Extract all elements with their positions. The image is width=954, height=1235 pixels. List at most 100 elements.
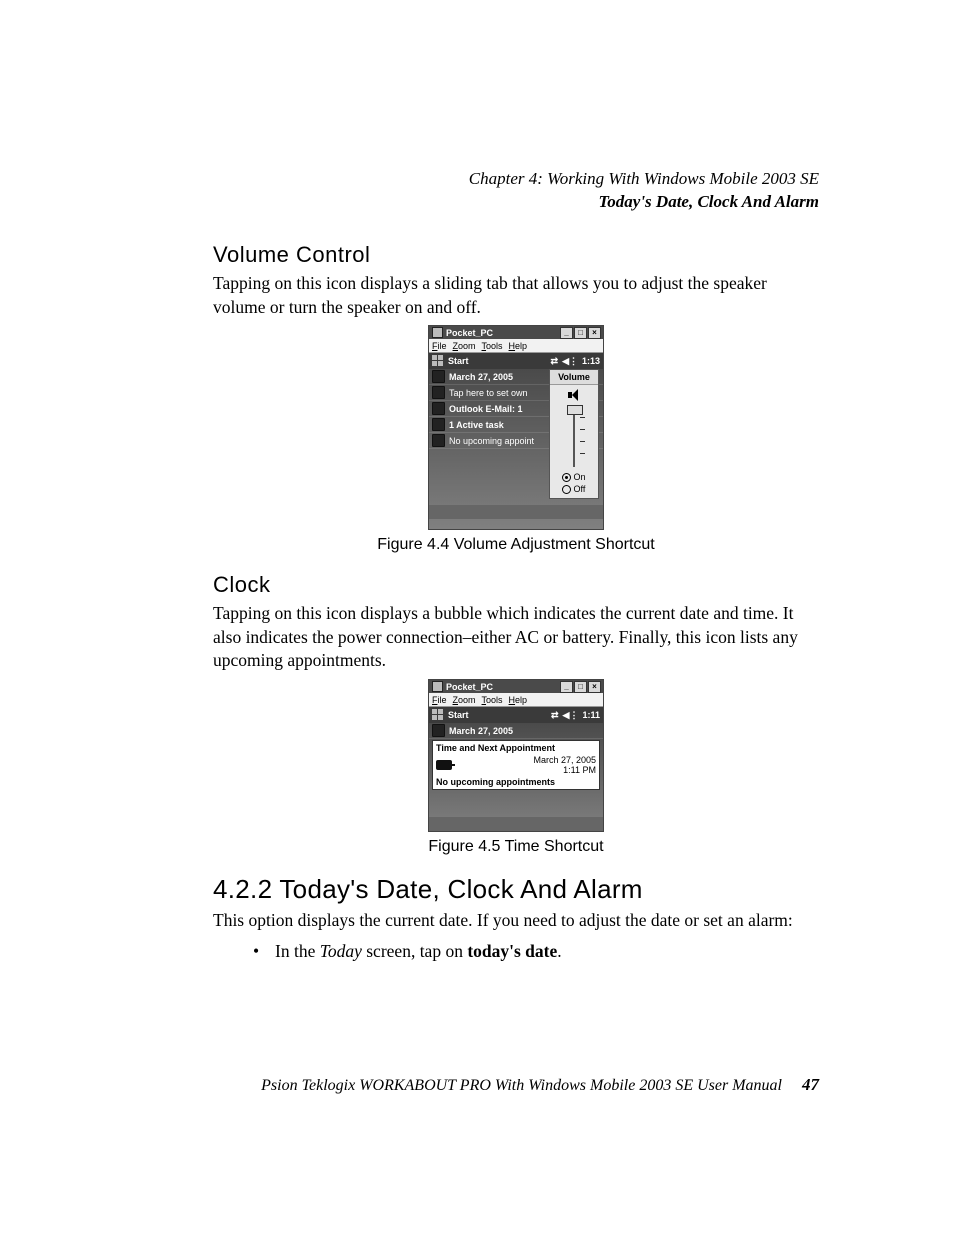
heading-clock: Clock [213,572,819,598]
task-icon [432,418,445,431]
today-footer [429,505,603,519]
radio-off-label: Off [573,483,585,495]
menubar: File Zoom Tools Help [429,339,603,353]
radio-off[interactable]: Off [562,483,585,495]
owner-icon [432,386,445,399]
radio-off-dot [562,485,571,494]
calendar-icon [432,434,445,447]
menu-tools[interactable]: Tools [482,341,503,351]
maximize-button[interactable]: □ [574,327,587,339]
clock-text[interactable]: 1:11 [582,710,600,720]
close-button[interactable]: × [588,327,601,339]
bubble-datetime-row: March 27, 2005 1:11 PM [436,755,596,775]
start-bar: Start ⇄ ◀⋮ 1:13 [429,353,603,369]
row-date[interactable]: March 27, 2005 [429,723,603,739]
speaker-icon[interactable]: ◀⋮ [563,710,579,721]
minimize-button[interactable]: _ [560,681,573,693]
slider-tick [580,417,585,418]
clock-icon [432,724,445,737]
heading-4-2-2: 4.2.2 Today's Date, Clock And Alarm [213,874,819,905]
slider-tick [580,441,585,442]
para-clock: Tapping on this icon displays a bubble w… [213,602,819,673]
volume-slider[interactable] [565,405,583,467]
volume-radios: On Off [562,471,585,495]
today-screen: March 27, 2005 Tap here to set own Outlo… [429,369,603,529]
pocket-pc-window: Pocket_PC _ □ × File Zoom Tools Help Sta… [428,679,604,832]
bullet-ital: Today [320,941,362,961]
connectivity-icon[interactable]: ⇄ [551,710,559,721]
titlebar: Pocket_PC _ □ × [429,680,603,693]
slider-tick [580,429,585,430]
footer-text: Psion Teklogix WORKABOUT PRO With Window… [261,1077,782,1094]
connectivity-icon[interactable]: ⇄ [551,356,559,367]
figure-4-5-wrap: Pocket_PC _ □ × File Zoom Tools Help Sta… [213,679,819,832]
windows-flag-icon[interactable] [431,708,445,722]
bullet-post: . [557,941,561,961]
bullet-pre: In the [275,941,320,961]
radio-on-label: On [573,471,585,483]
bubble-no-appointments: No upcoming appointments [436,777,596,787]
figure-4-5-caption: Figure 4.5 Time Shortcut [213,838,819,856]
page-number: 47 [802,1075,819,1094]
clock-text[interactable]: 1:13 [582,356,600,366]
manual-page: Chapter 4: Working With Windows Mobile 2… [0,0,954,1235]
row-task-text: 1 Active task [449,420,504,430]
power-plug-icon [436,760,452,770]
menu-help[interactable]: Help [509,695,528,705]
menu-file[interactable]: File [432,341,447,351]
slider-thumb[interactable] [567,405,583,415]
titlebar-buttons: _ □ × [559,327,601,339]
start-label[interactable]: Start [448,710,469,720]
row-date-text: March 27, 2005 [449,726,513,736]
row-appt-text: No upcoming appoint [449,436,534,446]
row-date-text: March 27, 2005 [449,372,513,382]
window-title: Pocket_PC [446,328,493,338]
bullet-text: In the Today screen, tap on today's date… [275,941,562,962]
page-footer: Psion Teklogix WORKABOUT PRO With Window… [0,1075,954,1095]
time-bubble: Time and Next Appointment March 27, 2005… [432,740,600,790]
bullet-today-date: • In the Today screen, tap on today's da… [253,941,819,962]
minimize-button[interactable]: _ [560,327,573,339]
speaker-glyph-icon [568,389,580,401]
pocket-pc-window: Pocket_PC _ □ × File Zoom Tools Help Sta… [428,325,604,530]
windows-flag-icon[interactable] [431,354,445,368]
bubble-date: March 27, 2005 [533,755,596,765]
menu-file[interactable]: File [432,695,447,705]
bullet-mid: screen, tap on [362,941,467,961]
row-mail-text: Outlook E-Mail: 1 [449,404,523,414]
section-line: Today's Date, Clock And Alarm [213,191,819,214]
mail-icon [432,402,445,415]
app-icon [432,327,443,338]
window-title: Pocket_PC [446,682,493,692]
clock-icon [432,370,445,383]
radio-on[interactable]: On [562,471,585,483]
para-volume-control: Tapping on this icon displays a sliding … [213,272,819,319]
tray: ⇄ ◀⋮ 1:11 [551,710,600,721]
menu-zoom[interactable]: Zoom [453,341,476,351]
slider-tick [580,453,585,454]
app-icon [432,681,443,692]
para-4-2-2: This option displays the current date. I… [213,909,819,933]
bubble-datetime: March 27, 2005 1:11 PM [533,755,596,775]
menu-tools[interactable]: Tools [482,695,503,705]
close-button[interactable]: × [588,681,601,693]
menu-help[interactable]: Help [509,341,528,351]
radio-on-dot [562,473,571,482]
start-label[interactable]: Start [448,356,469,366]
volume-popup: Volume On Off [549,369,599,499]
maximize-button[interactable]: □ [574,681,587,693]
menu-zoom[interactable]: Zoom [453,695,476,705]
figure-4-4-caption: Figure 4.4 Volume Adjustment Shortcut [213,536,819,554]
bubble-time: 1:11 PM [533,765,596,775]
volume-label: Volume [550,370,598,385]
titlebar: Pocket_PC _ □ × [429,326,603,339]
speaker-icon[interactable]: ◀⋮ [562,356,578,367]
chapter-line: Chapter 4: Working With Windows Mobile 2… [213,168,819,191]
figure-4-4-wrap: Pocket_PC _ □ × File Zoom Tools Help Sta… [213,325,819,530]
titlebar-buttons: _ □ × [559,681,601,693]
today-footer [429,817,603,831]
today-screen: March 27, 2005 Time and Next Appointment… [429,723,603,831]
page-header: Chapter 4: Working With Windows Mobile 2… [213,168,819,214]
bubble-title: Time and Next Appointment [436,743,596,753]
start-bar: Start ⇄ ◀⋮ 1:11 [429,707,603,723]
